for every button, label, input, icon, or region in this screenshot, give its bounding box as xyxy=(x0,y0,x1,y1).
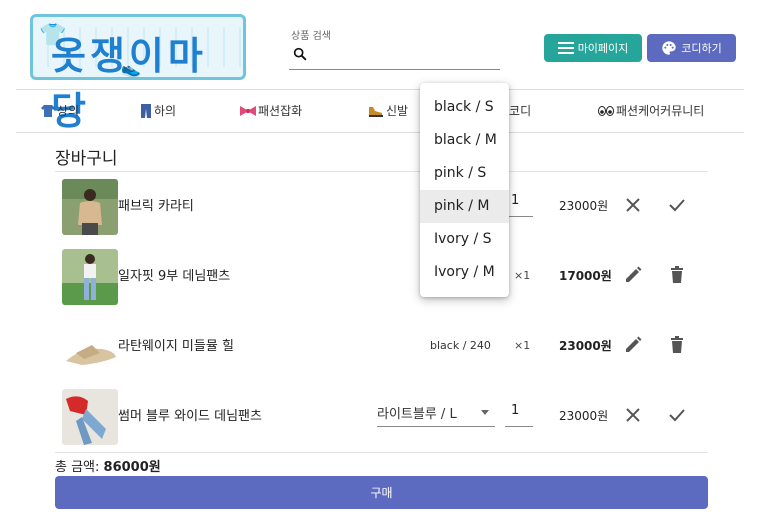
edit-icon[interactable] xyxy=(623,265,643,285)
ribbon-icon xyxy=(240,105,256,116)
product-image xyxy=(62,249,118,305)
nav-label: 신발 xyxy=(386,104,409,118)
nav-item-shoes[interactable]: 신발 xyxy=(368,102,408,119)
check-icon[interactable] xyxy=(667,195,687,215)
eyes-icon xyxy=(598,105,614,116)
option-item-selected[interactable]: pink / M xyxy=(420,190,509,223)
option-item[interactable]: pink / S xyxy=(420,157,509,190)
product-price: 23000원 xyxy=(559,199,609,213)
cart-row: 패브릭 카라티 1 23000원 xyxy=(55,173,708,239)
product-name: 일자핏 9부 데님팬츠 xyxy=(118,269,231,284)
product-quantity: ×1 xyxy=(514,269,531,282)
option-select-value: 라이트블루 / L xyxy=(377,407,457,422)
close-icon[interactable] xyxy=(623,405,643,425)
logo-sneaker-icon: 👟 xyxy=(121,59,141,78)
close-icon[interactable] xyxy=(623,195,643,215)
codi-button[interactable]: 코디하기 xyxy=(647,34,736,62)
divider xyxy=(55,171,708,172)
dropdown-arrow-icon xyxy=(481,410,489,415)
search-input[interactable] xyxy=(289,42,500,70)
purchase-button[interactable]: 구매 xyxy=(55,476,708,509)
nav-label: 패션케어커뮤니티 xyxy=(616,104,705,118)
product-option: black / 240 xyxy=(430,339,491,352)
mypage-label: 마이페이지 xyxy=(577,42,629,55)
nav-item-tops[interactable]: 상의 xyxy=(41,102,79,119)
nav-item-bottoms[interactable]: 하의 xyxy=(140,102,176,119)
product-image xyxy=(62,179,118,235)
palette-icon xyxy=(662,41,676,55)
menu-icon xyxy=(557,42,574,54)
cart-row: 라탄웨이지 미들뮬 힐 black / 240 ×1 23000원 xyxy=(55,313,708,379)
trash-icon[interactable] xyxy=(667,335,687,355)
trash-icon[interactable] xyxy=(667,265,687,285)
option-dropdown-menu: black / S black / M pink / S pink / M Iv… xyxy=(420,83,509,297)
product-price: 23000원 xyxy=(559,409,609,423)
product-name: 패브릭 카라티 xyxy=(118,199,194,214)
cart-title: 장바구니 xyxy=(55,149,118,169)
product-name: 라탄웨이지 미들뮬 힐 xyxy=(118,339,234,354)
option-select[interactable]: 라이트블루 / L xyxy=(377,399,495,427)
codi-label: 코디하기 xyxy=(681,42,722,55)
category-nav: 상의 하의 패션잡화 신발 션코디 패션케어커뮤니티 xyxy=(16,89,744,133)
mypage-button[interactable]: 마이페이지 xyxy=(544,34,642,62)
option-item[interactable]: black / M xyxy=(420,124,509,157)
total-label: 총 금액: xyxy=(55,460,104,475)
total-amount: 총 금액: 86000원 xyxy=(55,456,161,475)
product-name: 썸머 블루 와이드 데님팬츠 xyxy=(118,409,262,424)
nav-label: 상의 xyxy=(57,104,80,118)
search-icon[interactable] xyxy=(292,46,308,62)
shirt-icon xyxy=(41,104,55,117)
nav-item-community[interactable]: 패션케어커뮤니티 xyxy=(598,102,704,119)
check-icon[interactable] xyxy=(667,405,687,425)
option-item[interactable]: black / S xyxy=(420,91,509,124)
total-value: 86000원 xyxy=(103,460,161,475)
site-logo[interactable]: 👕 옷쟁이마당 👟 xyxy=(30,14,246,133)
nav-item-accessories[interactable]: 패션잡화 xyxy=(240,102,302,119)
product-price: 23000원 xyxy=(559,339,612,353)
shoe-icon xyxy=(369,106,383,117)
quantity-input[interactable]: 1 xyxy=(505,399,533,427)
product-image xyxy=(62,319,118,375)
product-image xyxy=(62,389,118,445)
cart-row: 일자핏 9부 데님팬츠 ×1 17000원 xyxy=(55,243,708,309)
product-price: 17000원 xyxy=(559,269,612,283)
option-item[interactable]: Ivory / S xyxy=(420,223,509,256)
option-item[interactable]: Ivory / M xyxy=(420,256,509,289)
nav-label: 패션잡화 xyxy=(258,104,303,118)
search-label: 상품 검색 xyxy=(291,31,331,42)
jeans-icon xyxy=(141,103,151,118)
quantity-input[interactable]: 1 xyxy=(505,189,533,217)
edit-icon[interactable] xyxy=(623,335,643,355)
divider xyxy=(55,452,708,453)
nav-label: 하의 xyxy=(154,104,177,118)
cart-row: 썸머 블루 와이드 데님팬츠 라이트블루 / L 1 23000원 xyxy=(55,383,708,449)
product-quantity: ×1 xyxy=(514,339,531,352)
